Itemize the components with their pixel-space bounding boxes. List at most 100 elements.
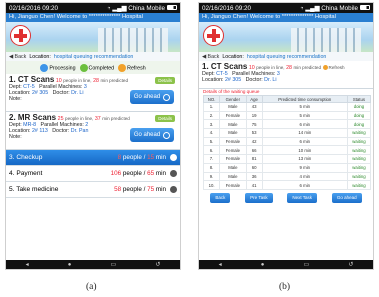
table-row: 5. Female 42 6 min waiting [202, 136, 372, 147]
table-cell: waiting [346, 145, 372, 156]
status-bar: 02/16/2016 09:20 ◔ ▂▄▆ China Mobile [6, 3, 180, 13]
table-cell: 5. [202, 136, 221, 147]
location-value: hospital queuing recommendation [53, 53, 134, 60]
table-cell: 10 min [261, 145, 348, 156]
table-cell: Male [219, 128, 247, 138]
table-cell: 6 min [261, 119, 348, 130]
go-ahead-label: Go ahead [133, 132, 161, 138]
legend-completed-label: Completed [88, 64, 115, 71]
task-row-checkup[interactable]: 3. Checkup 8 people / 15 min [6, 150, 180, 166]
task-title: 4. Payment [9, 170, 43, 177]
status-carrier: ◔ ▂▄▆ China Mobile [107, 4, 177, 12]
back-nav-icon[interactable]: ◂ [26, 261, 29, 268]
table-cell: 6. [202, 145, 221, 156]
minutes-count: 65 [147, 170, 155, 177]
refresh-button[interactable]: Refresh [322, 65, 345, 71]
carrier-label: China Mobile [321, 4, 358, 12]
table-cell: 5 min [261, 110, 348, 121]
refresh-button[interactable]: Refresh [118, 63, 146, 72]
back-label: Back [14, 53, 27, 60]
table-cell: Female [219, 110, 247, 121]
location-label: Location: [222, 53, 244, 60]
minutes-label: min predicted [293, 65, 322, 70]
minutes-count: 28 [286, 65, 292, 71]
legend: Processing Completed Refresh [6, 61, 180, 74]
people-count: 58 [114, 186, 122, 193]
battery-icon [360, 4, 370, 10]
location-label: Location: [29, 53, 51, 60]
search-icon[interactable] [170, 186, 177, 193]
table-cell: 6 min [261, 180, 348, 190]
home-nav-icon[interactable]: ● [68, 262, 72, 268]
building-image [291, 28, 361, 52]
machines-value: 3 [83, 84, 87, 90]
table-cell: doing [346, 119, 372, 130]
min-unit: min [155, 170, 166, 177]
table-cell: 43 [245, 102, 263, 112]
people-label: people in line, [65, 116, 94, 121]
table-cell: Male [219, 162, 247, 173]
menu-nav-icon[interactable]: ▭ [304, 261, 310, 268]
back-nav-icon[interactable]: ◂ [219, 261, 222, 268]
table-cell: 13 min [261, 154, 348, 164]
people-unit: people [122, 186, 142, 193]
location-value: 2# 113 [31, 128, 48, 134]
minutes-count: 75 [147, 186, 155, 193]
back-button[interactable]: Back [210, 192, 231, 203]
go-ahead-button[interactable]: Go ahead [130, 128, 174, 142]
doctor-label: Doctor: [52, 90, 70, 96]
queue-table: NO. Gender Age Predicted time consumptio… [202, 95, 372, 190]
table-cell: waiting [346, 162, 372, 173]
table-row: 9. Male 36 4 min waiting [202, 171, 372, 182]
pre-task-button[interactable]: Pre Task [245, 192, 273, 203]
column-header: Gender [219, 95, 247, 103]
minutes-count: 28 [93, 78, 99, 84]
recent-nav-icon[interactable]: ↺ [155, 261, 160, 268]
table-cell: Female [219, 145, 247, 156]
details-button[interactable]: Details [155, 77, 175, 84]
task-row-medicine[interactable]: 5. Take medicine 58 people / 75 min [6, 182, 180, 198]
table-cell: 5 min [261, 102, 348, 112]
people-label: people in line, [63, 78, 92, 83]
table-cell: 10. [202, 180, 221, 190]
refresh-icon [118, 63, 127, 72]
table-cell: 3. [202, 119, 221, 130]
go-ahead-button[interactable]: Go ahead [130, 90, 174, 104]
back-link[interactable]: ◀ Back [202, 54, 219, 60]
column-header: Age [245, 95, 263, 103]
table-cell: 36 [245, 171, 263, 182]
status-time: 02/16/2016 09:20 [9, 4, 59, 12]
recent-nav-icon[interactable]: ↺ [348, 261, 353, 268]
details-button[interactable]: Details [155, 115, 175, 122]
battery-icon [167, 4, 177, 10]
table-row: 10. Female 41 6 min waiting [202, 180, 372, 190]
search-icon[interactable] [170, 154, 177, 161]
minutes-label: min predicted [100, 78, 129, 83]
search-icon[interactable] [170, 170, 177, 177]
location-value: 2# 305 [31, 90, 49, 96]
table-cell: 53 [245, 128, 263, 138]
hospital-banner [6, 22, 180, 52]
building-image [98, 28, 168, 52]
task-card-ct: 1. CT Scans 10 people in line, 28 min pr… [6, 74, 180, 112]
back-link[interactable]: ◀ Back [9, 54, 26, 60]
bottom-button-bar: Back Pre Task Next Task Go ahead [199, 192, 373, 203]
table-cell: waiting [346, 154, 372, 164]
table-cell: 66 [245, 145, 263, 156]
table-cell: 19 [245, 110, 263, 121]
table-cell: doing [346, 110, 372, 121]
go-ahead-label: Go ahead [133, 94, 161, 100]
table-cell: 41 [245, 180, 263, 190]
table-cell: 9 min [261, 162, 348, 173]
go-ahead-button[interactable]: Go ahead [331, 192, 362, 203]
carrier-label: China Mobile [128, 4, 165, 12]
table-row: 1. Male 43 5 min doing [202, 102, 372, 112]
home-nav-icon[interactable]: ● [261, 262, 265, 268]
doctor-label: Doctor: [245, 77, 263, 83]
greeting: Hi, Jianguo Chen! Welcome to ***********… [199, 13, 373, 22]
doctor-value: Dr. Pan [70, 128, 89, 134]
task-row-payment[interactable]: 4. Payment 106 people / 65 min [6, 166, 180, 182]
people-count: 8 [117, 154, 122, 161]
menu-nav-icon[interactable]: ▭ [111, 261, 117, 268]
next-task-button[interactable]: Next Task [287, 192, 318, 203]
